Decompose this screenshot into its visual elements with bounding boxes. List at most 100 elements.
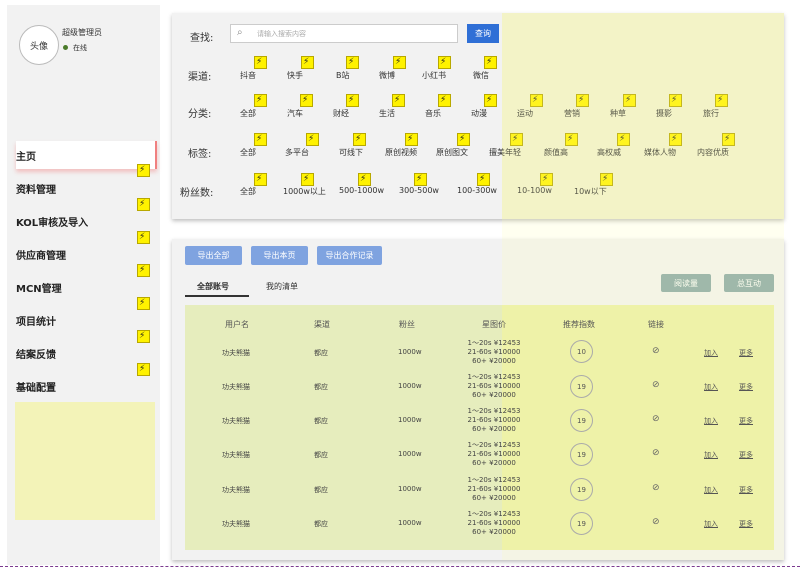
link-icon[interactable]: ⊘	[652, 483, 660, 493]
tag-option[interactable]: 可线下	[339, 147, 363, 158]
channel-option[interactable]: 快手	[287, 70, 303, 81]
bolt-icon	[438, 56, 451, 69]
channel-option[interactable]: 微博	[379, 70, 395, 81]
more-link[interactable]: 更多	[739, 519, 753, 529]
category-option[interactable]: 动漫	[471, 108, 487, 119]
export-page-button[interactable]: 导出本页	[251, 246, 308, 265]
category-label: 分类:	[188, 109, 212, 120]
tag-option[interactable]: 高权威	[597, 147, 621, 158]
bolt-icon	[137, 164, 150, 177]
channel-option[interactable]: 微信	[473, 70, 489, 81]
tab-all-accounts[interactable]: 全部账号	[197, 281, 229, 292]
bolt-icon	[353, 133, 366, 146]
cell-username: 功夫熊猫	[222, 383, 250, 391]
nav-item-stats[interactable]: 项目统计	[16, 309, 157, 331]
tag-option[interactable]: 媒体人物	[644, 147, 676, 158]
more-link[interactable]: 更多	[739, 416, 753, 426]
column-header: 渠道	[314, 320, 330, 329]
cell-price: 1～20s ¥12453 21-60s ¥10000 60+ ¥20000	[467, 441, 521, 467]
score-badge: 19	[570, 443, 593, 466]
score-badge: 19	[570, 478, 593, 501]
category-option[interactable]: 摄影	[656, 108, 672, 119]
category-option[interactable]: 汽车	[287, 108, 303, 119]
export-history-button[interactable]: 导出合作记录	[317, 246, 382, 265]
category-option[interactable]: 音乐	[425, 108, 441, 119]
tab-my-list[interactable]: 我的清单	[266, 281, 298, 292]
score-badge: 19	[570, 409, 593, 432]
nav-item-suppliers[interactable]: 供应商管理	[16, 243, 157, 265]
channel-option[interactable]: 小红书	[422, 70, 446, 81]
search-input[interactable]: ⌕ 请输入搜索内容	[230, 24, 458, 43]
more-link[interactable]: 更多	[739, 485, 753, 495]
bolt-icon	[715, 94, 728, 107]
cell-channel: 都应	[314, 520, 328, 528]
add-link[interactable]: 加入	[704, 416, 718, 426]
add-link[interactable]: 加入	[704, 348, 718, 358]
cell-price: 1～20s ¥12453 21-60s ¥10000 60+ ¥20000	[467, 407, 521, 433]
category-option[interactable]: 运动	[517, 108, 533, 119]
cell-channel: 都应	[314, 349, 328, 357]
channel-option[interactable]: 抖音	[240, 70, 256, 81]
sort-interact-button[interactable]: 总互动	[724, 274, 774, 292]
tag-option[interactable]: 原创图文	[436, 147, 468, 158]
link-icon[interactable]: ⊘	[652, 414, 660, 424]
column-header: 链接	[648, 320, 664, 329]
category-option[interactable]: 全部	[240, 108, 256, 119]
fans-option[interactable]: 全部	[240, 186, 256, 197]
category-option[interactable]: 旅行	[703, 108, 719, 119]
category-option[interactable]: 种草	[610, 108, 626, 119]
bolt-icon	[477, 173, 490, 186]
more-link[interactable]: 更多	[739, 348, 753, 358]
export-all-button[interactable]: 导出全部	[185, 246, 242, 265]
nav-item-kol-review[interactable]: KOL审核及导入	[16, 210, 157, 232]
bolt-icon	[346, 56, 359, 69]
link-icon[interactable]: ⊘	[652, 380, 660, 390]
fans-option[interactable]: 100-300w	[457, 186, 497, 195]
tag-option[interactable]: 全部	[240, 147, 256, 158]
fans-option[interactable]: 500-1000w	[339, 186, 384, 195]
column-header: 推荐指数	[563, 320, 595, 329]
cell-channel: 都应	[314, 451, 328, 459]
add-link[interactable]: 加入	[704, 450, 718, 460]
category-option[interactable]: 财经	[333, 108, 349, 119]
active-tab-indicator	[185, 295, 249, 297]
bolt-icon	[392, 94, 405, 107]
tag-option[interactable]: 多平台	[285, 147, 309, 158]
category-option[interactable]: 生活	[379, 108, 395, 119]
tag-option[interactable]: 原创视频	[385, 147, 417, 158]
channel-option[interactable]: B站	[336, 70, 350, 81]
link-icon[interactable]: ⊘	[652, 517, 660, 527]
highlight-region	[15, 402, 155, 520]
nav-item-mcn[interactable]: MCN管理	[16, 276, 157, 298]
nav-item-profiles[interactable]: 资料管理	[16, 177, 157, 199]
add-link[interactable]: 加入	[704, 519, 718, 529]
add-link[interactable]: 加入	[704, 382, 718, 392]
bolt-icon	[254, 56, 267, 69]
avatar[interactable]: 头像	[19, 25, 59, 65]
category-option[interactable]: 营销	[564, 108, 580, 119]
sort-read-button[interactable]: 阅读量	[661, 274, 711, 292]
nav-item-home[interactable]: 主页	[16, 141, 157, 169]
add-link[interactable]: 加入	[704, 485, 718, 495]
search-button[interactable]: 查询	[467, 24, 499, 43]
nav-item-config[interactable]: 基础配置	[16, 375, 157, 397]
bottom-divider	[0, 566, 800, 567]
fans-option[interactable]: 1000w以上	[283, 186, 326, 197]
bolt-icon	[669, 94, 682, 107]
more-link[interactable]: 更多	[739, 450, 753, 460]
more-link[interactable]: 更多	[739, 382, 753, 392]
bolt-icon	[540, 173, 553, 186]
bolt-icon	[484, 56, 497, 69]
fans-option[interactable]: 10-100w	[517, 186, 552, 195]
tag-option[interactable]: 颜值高	[544, 147, 568, 158]
link-icon[interactable]: ⊘	[652, 448, 660, 458]
link-icon[interactable]: ⊘	[652, 346, 660, 356]
bolt-icon	[669, 133, 682, 146]
tag-option[interactable]: 擅美年轻	[489, 147, 521, 158]
online-status-dot	[63, 45, 68, 50]
tag-option[interactable]: 内容优质	[697, 147, 729, 158]
fans-option[interactable]: 10w以下	[574, 186, 607, 197]
fans-option[interactable]: 300-500w	[399, 186, 439, 195]
highlight-region	[502, 305, 774, 550]
nav-item-feedback[interactable]: 结案反馈	[16, 342, 157, 364]
